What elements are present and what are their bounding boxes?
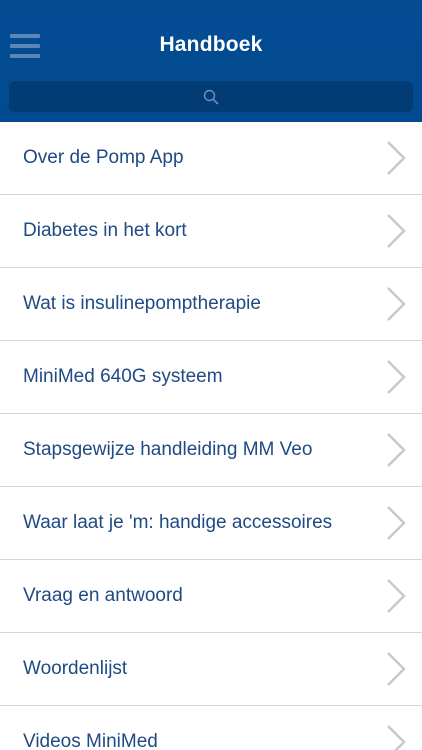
list-item[interactable]: Wat is insulinepomptherapie [0, 268, 422, 341]
chevron-right-icon [387, 725, 406, 750]
chevron-right-icon [387, 506, 406, 540]
chevron-right-icon [387, 360, 406, 394]
list-item[interactable]: Vraag en antwoord [0, 560, 422, 633]
list-item-label: Woordenlijst [23, 658, 128, 679]
search-input[interactable] [9, 81, 417, 114]
list-item-label: Over de Pomp App [23, 147, 184, 168]
chevron-right-icon [387, 579, 406, 613]
chevron-right-icon [387, 214, 406, 248]
list-item[interactable]: Woordenlijst [0, 633, 422, 706]
list-item[interactable]: MiniMed 640G systeem [0, 341, 422, 414]
handbook-list: Over de Pomp App Diabetes in het kort Wa… [0, 122, 422, 750]
list-item[interactable]: Diabetes in het kort [0, 195, 422, 268]
list-item-label: Waar laat je 'm: handige accessoires [23, 512, 333, 533]
list-item-label: Diabetes in het kort [23, 220, 187, 241]
page-title: Handboek [159, 33, 263, 56]
list-item[interactable]: Videos MiniMed [0, 706, 422, 750]
list-item-label: Videos MiniMed [23, 731, 158, 750]
chevron-right-icon [387, 652, 406, 686]
app-screen: Handboek Over de Pomp App Diabetes in he… [0, 0, 422, 750]
list-item-label: MiniMed 640G systeem [23, 366, 223, 387]
list-item-label: Stapsgewijze handleiding MM Veo [23, 439, 313, 460]
list-item-label: Vraag en antwoord [23, 585, 183, 606]
list-item[interactable]: Waar laat je 'm: handige accessoires [0, 487, 422, 560]
list-item-label: Wat is insulinepomptherapie [23, 293, 261, 314]
chevron-right-icon [387, 433, 406, 467]
list-item[interactable]: Stapsgewijze handleiding MM Veo [0, 414, 422, 487]
search-bar[interactable] [9, 81, 417, 114]
navigation-bar: Handboek [0, 0, 422, 122]
chevron-right-icon [387, 287, 406, 321]
list-item[interactable]: Over de Pomp App [0, 122, 422, 195]
chevron-right-icon [387, 141, 406, 175]
